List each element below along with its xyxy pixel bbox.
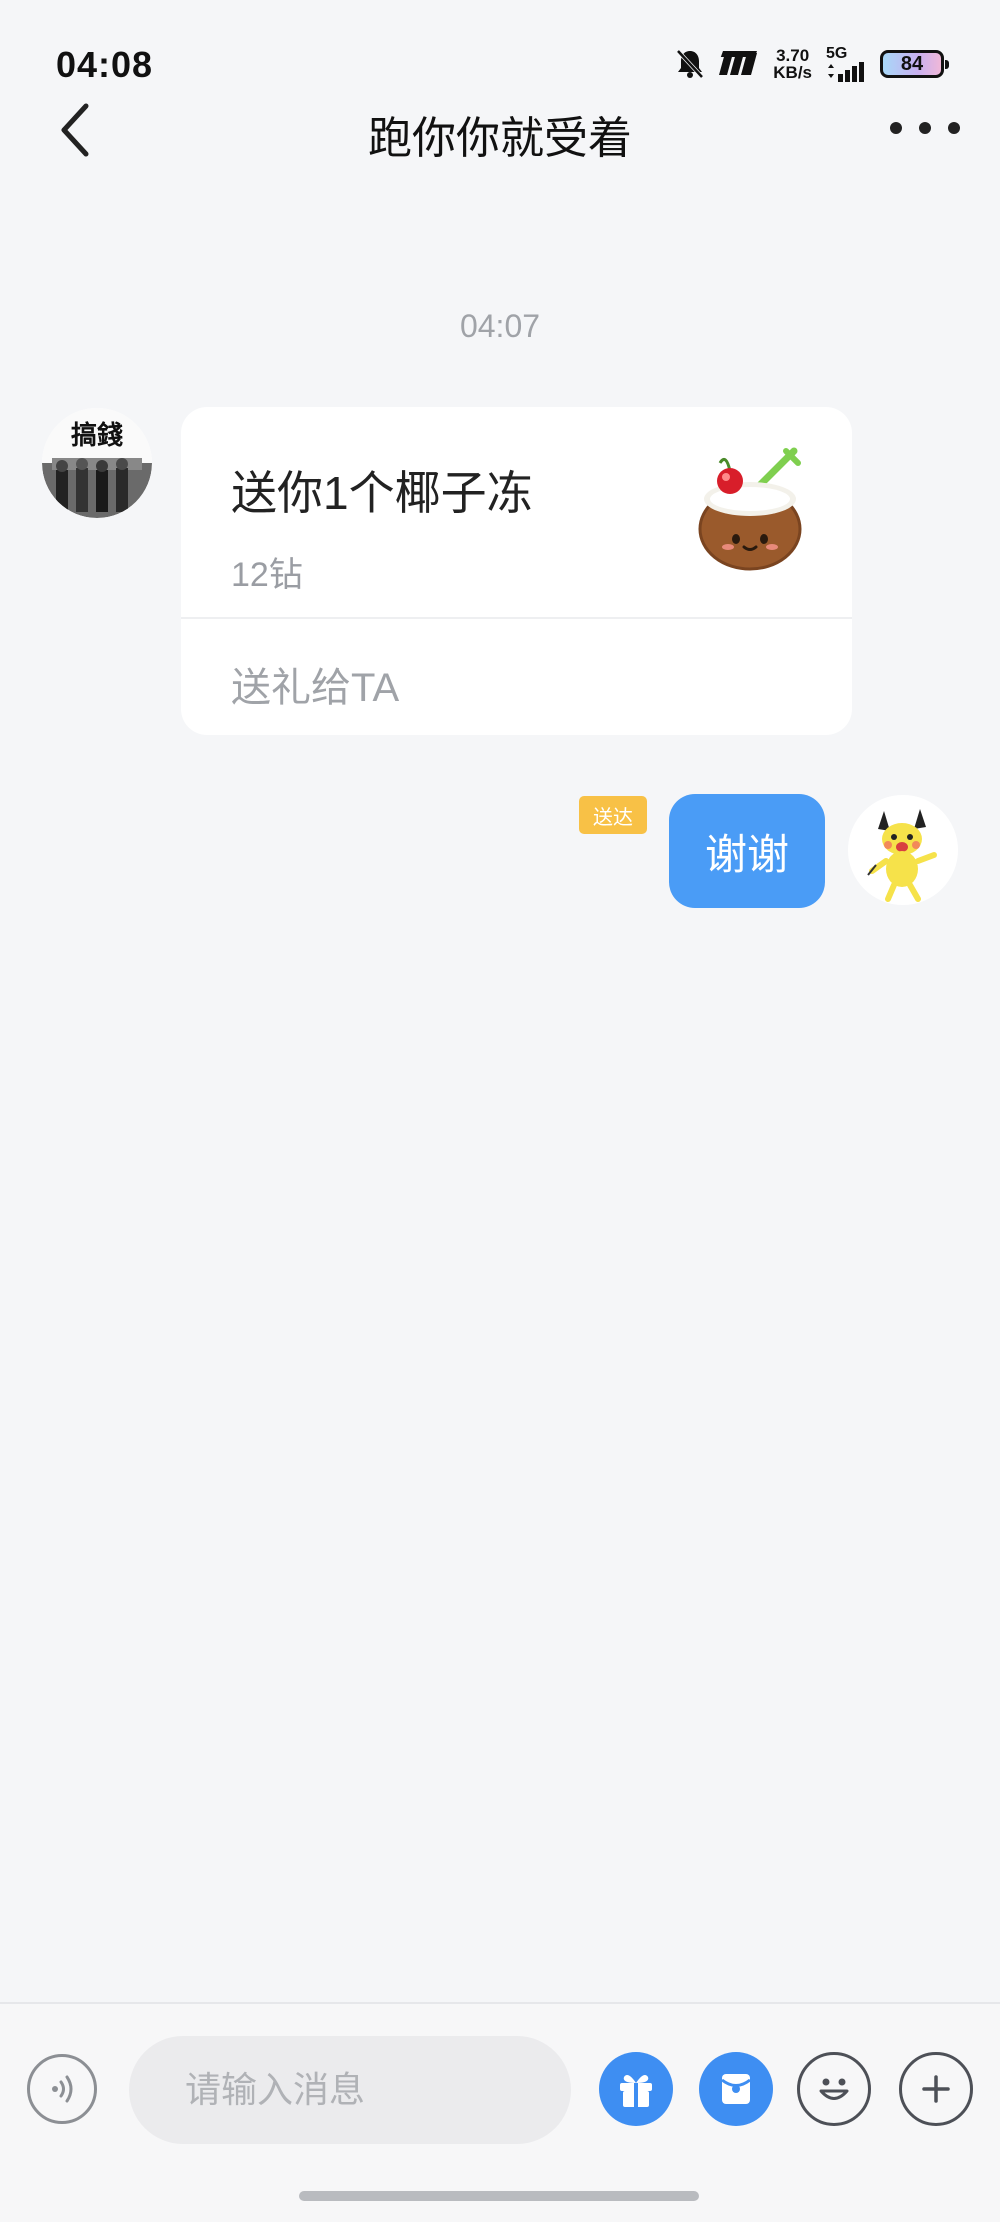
chat-screen: 04:08 3.70 KB/s 5G 84 跑你你就受着 04:07 搞錢 送你… xyxy=(0,0,1000,2222)
avatar-logo-text: 搞錢 xyxy=(71,420,123,451)
message-input[interactable] xyxy=(129,2036,571,2144)
gift-divider xyxy=(181,617,852,619)
gift-message-card[interactable]: 送你1个椰子冻 12钻 送礼给TA xyxy=(181,407,852,735)
avatar-self[interactable] xyxy=(848,795,958,905)
bell-muted-icon xyxy=(675,48,705,80)
voice-icon xyxy=(52,2075,73,2103)
delivered-badge: 送达 xyxy=(579,796,647,834)
plus-button[interactable] xyxy=(899,2052,973,2126)
status-time: 04:08 xyxy=(56,44,154,85)
more-dot xyxy=(919,122,931,134)
red-packet-button[interactable] xyxy=(699,2052,773,2126)
gift-price: 12钻 xyxy=(231,556,303,594)
network-type: 5G xyxy=(826,45,848,62)
gift-button[interactable] xyxy=(599,2052,673,2126)
net-speed: 3.70 KB/s xyxy=(773,47,812,81)
net-speed-value: 3.70 xyxy=(776,46,810,65)
send-gift-link[interactable]: 送礼给TA xyxy=(231,655,399,713)
chat-timestamp: 04:07 xyxy=(459,308,541,344)
battery-level: 84 xyxy=(900,52,924,75)
avatar-image: 搞錢 xyxy=(42,408,152,518)
status-icons: 3.70 KB/s 5G 84 xyxy=(675,46,949,82)
red-packet-icon xyxy=(721,2074,751,2104)
gift-title: 送你1个椰子冻 xyxy=(231,467,533,519)
net-speed-unit: KB/s xyxy=(773,63,812,82)
hd-icon xyxy=(719,51,759,77)
more-button[interactable] xyxy=(890,108,960,148)
more-dot xyxy=(890,122,902,134)
signal: 5G xyxy=(826,46,866,82)
signal-icon xyxy=(826,62,866,82)
emoji-icon xyxy=(819,2078,849,2100)
nav-bar: 跑你你就受着 xyxy=(0,90,1000,170)
yellow-mascot-icon xyxy=(848,795,958,905)
voice-button[interactable] xyxy=(27,2054,97,2124)
battery-icon: 84 xyxy=(880,50,949,78)
coconut-jelly-icon xyxy=(690,443,820,573)
input-bar xyxy=(0,2002,1000,2222)
page-title: 跑你你就受着 xyxy=(368,114,632,163)
home-indicator[interactable] xyxy=(299,2191,699,2201)
plus-icon xyxy=(922,2075,950,2103)
gift-icon xyxy=(620,2075,652,2107)
emoji-button[interactable] xyxy=(797,2052,871,2126)
avatar-contact[interactable]: 搞錢 xyxy=(42,408,152,518)
message-bubble-outgoing[interactable]: 谢谢 xyxy=(669,794,825,908)
more-dot xyxy=(948,122,960,134)
